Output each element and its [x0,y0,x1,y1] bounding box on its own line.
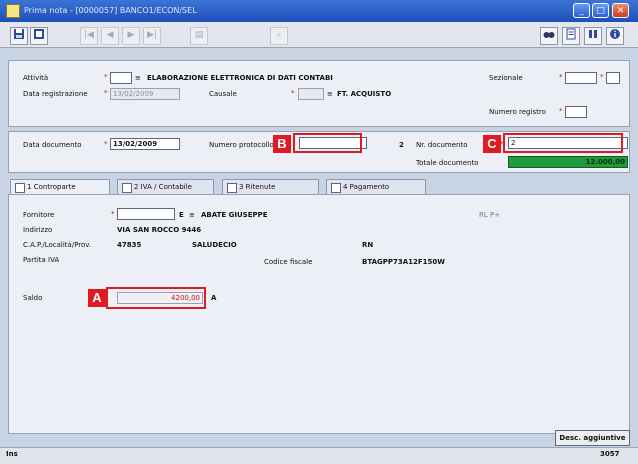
tab-check-icon [15,183,25,193]
data-documento-field[interactable]: 13/02/2009 [110,138,180,150]
sezionale-suffix-field[interactable] [606,72,620,84]
tab-pagamento[interactable]: 4 Pagamento [326,179,426,195]
callout-a-label: A [88,289,106,307]
callout-b-label: B [273,135,291,153]
required-marker: * [291,89,295,97]
cap-value: 47835 [117,241,142,249]
data-documento-label: Data documento [23,141,82,149]
info-icon[interactable] [606,27,624,45]
last-record-icon[interactable]: ▶| [143,27,161,45]
required-marker: * [104,89,108,97]
provincia-value: RN [362,241,374,249]
fornitore-suffix: E [179,211,184,219]
codice-fiscale-value: BTAGPP73A12F150W [362,258,446,266]
sezionale-label: Sezionale [489,74,523,82]
tab-check-icon [331,183,341,193]
sezionale-field[interactable] [565,72,597,84]
totale-documento-field: 12.000,00 [508,156,628,168]
required-marker: * [104,140,108,148]
fornitore-label: Fornitore [23,211,55,219]
required-marker: * [104,73,108,81]
tab-ritenute[interactable]: 3 Ritenute [222,179,319,195]
required-marker: * [600,73,604,81]
data-registrazione-field[interactable]: 13/02/2009 [110,88,180,100]
attivita-code-field[interactable] [110,72,132,84]
callout-c-box [503,133,623,153]
tab-label: 3 Ritenute [239,183,276,191]
cap-label: C.A.P./Località/Prov. [23,241,92,249]
tab-check-icon [122,183,132,193]
window-title: Prima nota - [0000057] BANCO1/ECON/SEL [24,6,197,15]
causale-code-field[interactable] [298,88,324,100]
tab-label: 2 IVA / Contabile [134,183,192,191]
indirizzo-label: Indirizzo [23,226,53,234]
document-icon[interactable] [562,27,580,45]
saldo-suffix: A [211,294,217,302]
grid-icon[interactable] [30,27,48,45]
tab-label: 1 Controparte [27,183,76,191]
numero-registro-field[interactable] [565,106,587,118]
callout-c-label: C [483,135,501,153]
callout-b-box [293,133,362,153]
required-marker: * [559,107,563,115]
lookup-icon[interactable]: ≡ [189,211,195,219]
lookup-icon[interactable]: ≡ [327,90,333,98]
indirizzo-value: VIA SAN ROCCO 9446 [117,226,202,234]
print-icon[interactable]: ▤ [190,27,208,45]
window-title-bar: Prima nota - [0000057] BANCO1/ECON/SEL _… [0,0,638,22]
piva-label: Partita IVA [23,256,60,264]
protocollo-suffix: 2 [399,141,404,149]
fornitore-name: ABATE GIUSEPPE [201,211,268,219]
maximize-button[interactable]: □ [592,3,609,18]
causale-label: Causale [209,90,237,98]
tab-iva-contabile[interactable]: 2 IVA / Contabile [117,179,214,195]
minimize-button[interactable]: _ [573,3,590,18]
desc-aggiuntive-button[interactable]: Desc. aggiuntive [555,430,630,446]
close-button[interactable]: ✕ [612,3,629,18]
list-icon[interactable] [584,27,602,45]
required-marker: * [559,73,563,81]
numero-protocollo-label: Numero protocollo [209,141,274,149]
tab-controparte[interactable]: 1 Controparte [10,179,110,195]
attivita-description: ELABORAZIONE ELETTRONICA DI DATI CONTABI [147,74,333,82]
saldo-label: Saldo [23,294,43,302]
required-marker: * [111,210,115,218]
status-code: 3057 [600,450,620,458]
callout-a-box [106,287,206,309]
controparte-panel: Fornitore * E ≡ ABATE GIUSEPPE RL P+ Ind… [8,194,630,434]
header-panel: Attività * ≡ ELABORAZIONE ELETTRONICA DI… [8,60,630,127]
extra-label: RL P+ [479,211,501,219]
numero-registro-label: Numero registro [489,108,546,116]
toolbar: |◀ ◀ ▶ ▶| ▤ ⌕ [0,22,638,48]
nr-documento-label: Nr. documento [416,141,468,149]
attivita-label: Attività [23,74,49,82]
lookup-icon[interactable]: ≡ [135,74,141,82]
fornitore-code-field[interactable] [117,208,175,220]
first-record-icon[interactable]: |◀ [80,27,98,45]
tab-check-icon [227,183,237,193]
next-record-icon[interactable]: ▶ [122,27,140,45]
binoculars-icon[interactable] [540,27,558,45]
app-icon [6,4,20,18]
previous-record-icon[interactable]: ◀ [101,27,119,45]
tab-label: 4 Pagamento [343,183,390,191]
totale-documento-label: Totale documento [416,159,479,167]
causale-description: FT. ACQUISTO [337,90,392,98]
data-registrazione-label: Data registrazione [23,90,88,98]
save-icon[interactable] [10,27,28,45]
codice-fiscale-label: Codice fiscale [264,258,313,266]
status-bar: Ins 3057 [0,447,638,464]
status-mode: Ins [6,450,18,458]
search-icon[interactable]: ⌕ [270,27,288,45]
localita-value: SALUDECIO [192,241,237,249]
